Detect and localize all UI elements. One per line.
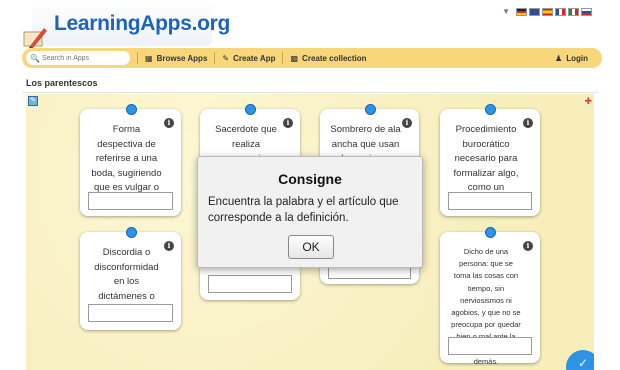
logo[interactable]: LearningApps.org bbox=[18, 0, 230, 50]
definition-card[interactable]: i Forma despectiva de referirse a una bo… bbox=[80, 104, 181, 216]
answer-slot[interactable] bbox=[88, 192, 173, 210]
create-collection-link[interactable]: ▩ Create collection bbox=[290, 54, 366, 63]
nav-divider bbox=[214, 52, 216, 64]
chevron-down-icon[interactable]: ▼ bbox=[502, 7, 510, 16]
pin-icon[interactable] bbox=[245, 104, 256, 115]
info-icon[interactable]: i bbox=[283, 118, 293, 128]
info-icon[interactable]: i bbox=[523, 118, 533, 128]
create-collection-label: Create collection bbox=[302, 53, 367, 63]
login-link[interactable]: ♟ Login bbox=[555, 54, 588, 63]
pin-icon[interactable] bbox=[125, 104, 137, 115]
info-icon[interactable]: i bbox=[523, 241, 533, 251]
pin-icon[interactable] bbox=[485, 227, 496, 238]
info-icon[interactable]: i bbox=[164, 118, 174, 128]
grid-icon: ▦ bbox=[145, 53, 153, 63]
page-title: Los parentescos bbox=[26, 78, 98, 88]
ok-button[interactable]: OK bbox=[288, 235, 334, 259]
pin-icon[interactable] bbox=[125, 227, 137, 238]
create-app-label: Create App bbox=[233, 53, 276, 63]
browse-apps-label: Browse Apps bbox=[156, 53, 208, 63]
dialog-body: Encuentra la palabra y el artículo que c… bbox=[208, 196, 399, 224]
flag-it-icon[interactable] bbox=[568, 7, 579, 16]
check-button[interactable]: ✓ bbox=[566, 350, 594, 370]
answer-slot[interactable] bbox=[448, 192, 532, 210]
logo-text: LearningApps.org bbox=[54, 12, 231, 35]
nav-divider bbox=[282, 52, 284, 64]
pencil-icon: ✎ bbox=[222, 53, 230, 63]
instructions-dialog: Consigne Encuentra la palabra y el artíc… bbox=[197, 156, 423, 268]
answer-slot[interactable] bbox=[208, 275, 292, 293]
definition-card[interactable]: i Discordia o disconformidad en los dict… bbox=[80, 227, 181, 330]
flag-en-icon[interactable] bbox=[529, 7, 540, 16]
pencil-logo-icon bbox=[23, 28, 47, 48]
fullscreen-icon[interactable]: ✚ bbox=[584, 96, 592, 107]
dialog-title: Consigne bbox=[278, 171, 342, 187]
info-icon[interactable]: i bbox=[402, 118, 412, 128]
pin-icon[interactable] bbox=[364, 104, 376, 115]
pin-icon[interactable] bbox=[485, 104, 496, 115]
answer-slot[interactable] bbox=[448, 337, 532, 355]
definition-card[interactable]: i Dicho de una persona: que se toma las … bbox=[440, 227, 540, 366]
collection-icon: ▩ bbox=[290, 53, 299, 63]
flag-fr-icon[interactable] bbox=[555, 7, 566, 16]
answer-slot[interactable] bbox=[88, 304, 173, 322]
search-icon: 🔍 bbox=[30, 53, 40, 63]
search-input[interactable] bbox=[41, 54, 128, 62]
main-navbar: 🔍 ▦ Browse Apps ✎ Create App ▩ Create co… bbox=[22, 48, 602, 68]
browse-apps-link[interactable]: ▦ Browse Apps bbox=[145, 54, 207, 63]
definition-card[interactable]: i Procedimiento burocrático necesario pa… bbox=[440, 104, 540, 216]
flag-es-icon[interactable] bbox=[542, 7, 553, 16]
edit-app-icon[interactable]: ✎ bbox=[28, 96, 38, 106]
title-divider bbox=[22, 92, 598, 93]
nav-divider bbox=[137, 52, 138, 64]
login-label: Login bbox=[566, 53, 588, 63]
flag-ru-icon[interactable] bbox=[581, 7, 592, 16]
info-icon[interactable]: i bbox=[164, 241, 174, 251]
definition-card[interactable] bbox=[200, 264, 300, 300]
create-app-link[interactable]: ✎ Create App bbox=[222, 54, 275, 63]
language-selector[interactable]: ▼ bbox=[502, 7, 592, 16]
search-box[interactable]: 🔍 bbox=[26, 51, 130, 65]
user-icon: ♟ bbox=[555, 53, 563, 63]
flag-de-icon[interactable] bbox=[516, 7, 527, 16]
